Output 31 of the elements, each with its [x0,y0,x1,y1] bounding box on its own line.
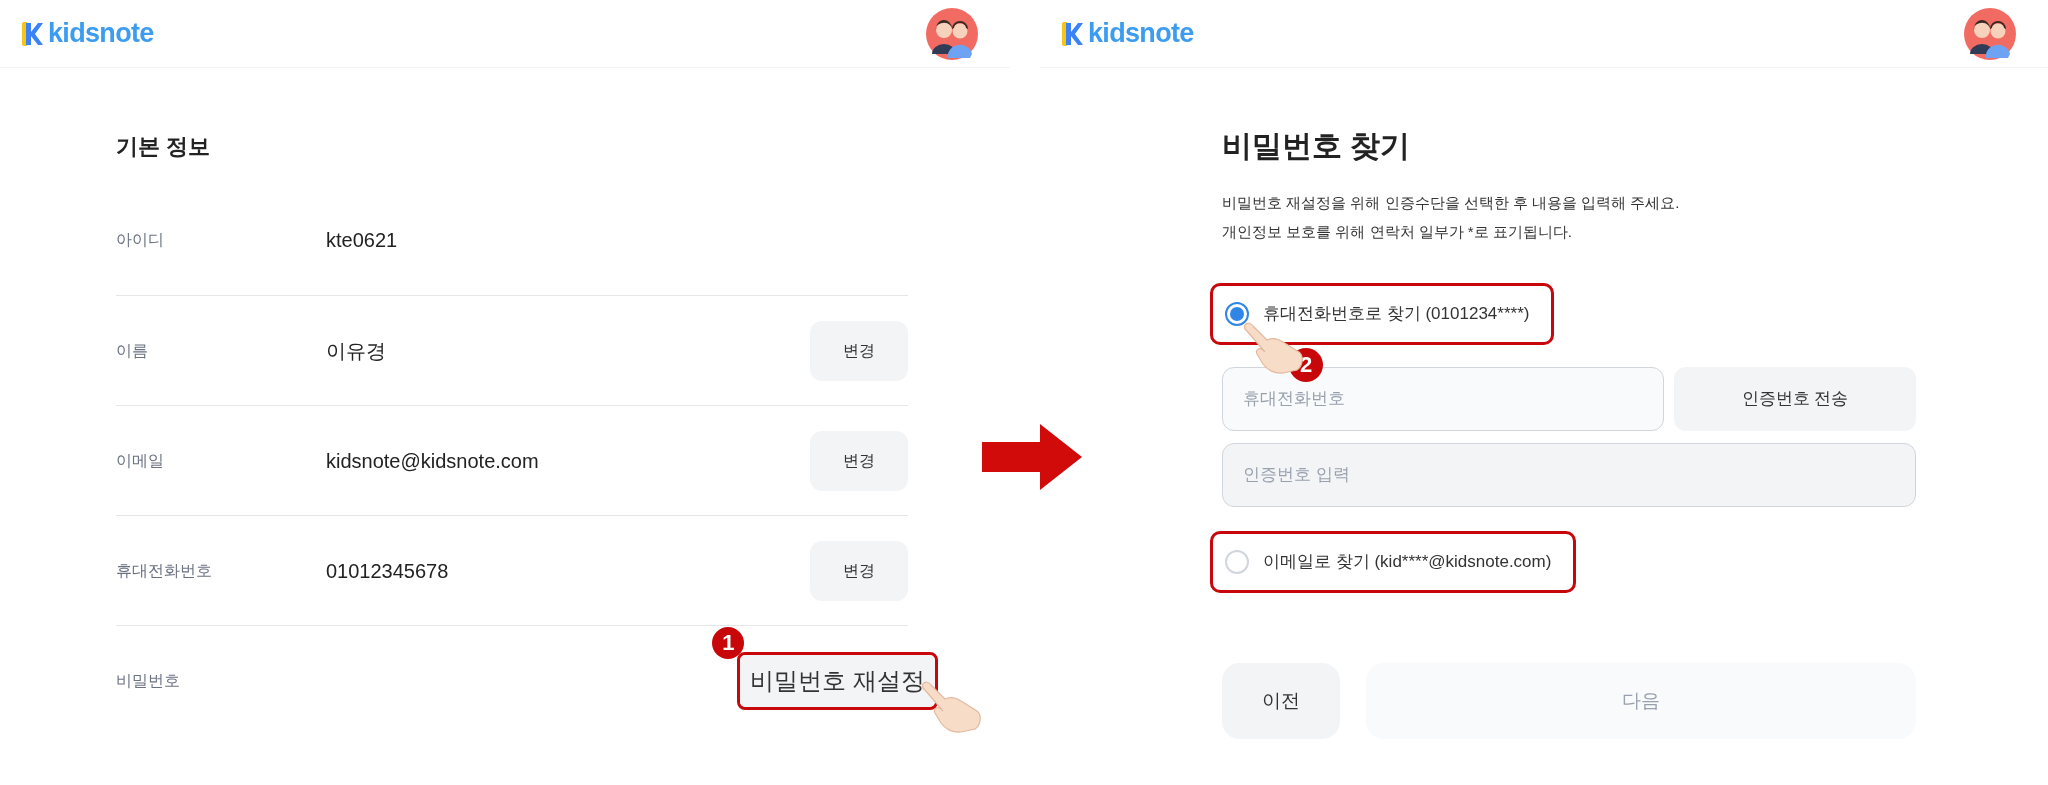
field-label: 이름 [116,340,149,361]
send-code-button[interactable]: 인증번호 전송 [1674,367,1916,431]
arrow-right-icon [982,424,1084,490]
hand-pointer-icon [921,680,983,733]
option-label: 휴대전화번호로 찾기 (0101234****) [1263,303,1530,326]
description-text: 개인정보 보호를 위해 연락처 일부가 *로 표기됩니다. [1222,221,1573,242]
description-text: 비밀번호 재설정을 위해 인증수단을 선택한 후 내용을 입력해 주세요. [1222,193,1681,213]
back-button[interactable]: 이전 [1222,663,1340,739]
option-label: 이메일로 찾기 (kid****@kidsnote.com) [1263,551,1552,574]
logo-text: kidsnote [1088,20,1194,47]
page-title: 비밀번호 찾기 [1222,128,1412,164]
field-label: 이메일 [116,450,165,471]
section-title: 기본 정보 [116,133,212,161]
step-badge: 1 [712,626,745,659]
code-field[interactable]: 인증번호 입력 [1222,443,1916,507]
change-button[interactable]: 변경 [810,320,908,381]
field-value: kidsnote@kidsnote.com [326,448,539,474]
change-button[interactable]: 변경 [810,430,908,491]
logo-icon [22,20,44,47]
field-label: 휴대전화번호 [116,560,213,581]
field-label: 아이디 [116,230,165,250]
logo-icon [1062,20,1084,47]
field-value: kte0621 [326,228,398,253]
field-value: 01012345678 [326,558,449,584]
avatar-icon[interactable] [1964,7,2016,60]
field-label: 비밀번호 [116,670,181,691]
change-button[interactable]: 변경 [810,540,908,601]
field-value: 이유경 [326,338,386,364]
logo-text: kidsnote [48,20,154,47]
avatar-icon[interactable] [926,7,978,60]
reset-password-button[interactable]: 비밀번호 재설정 [740,654,935,707]
